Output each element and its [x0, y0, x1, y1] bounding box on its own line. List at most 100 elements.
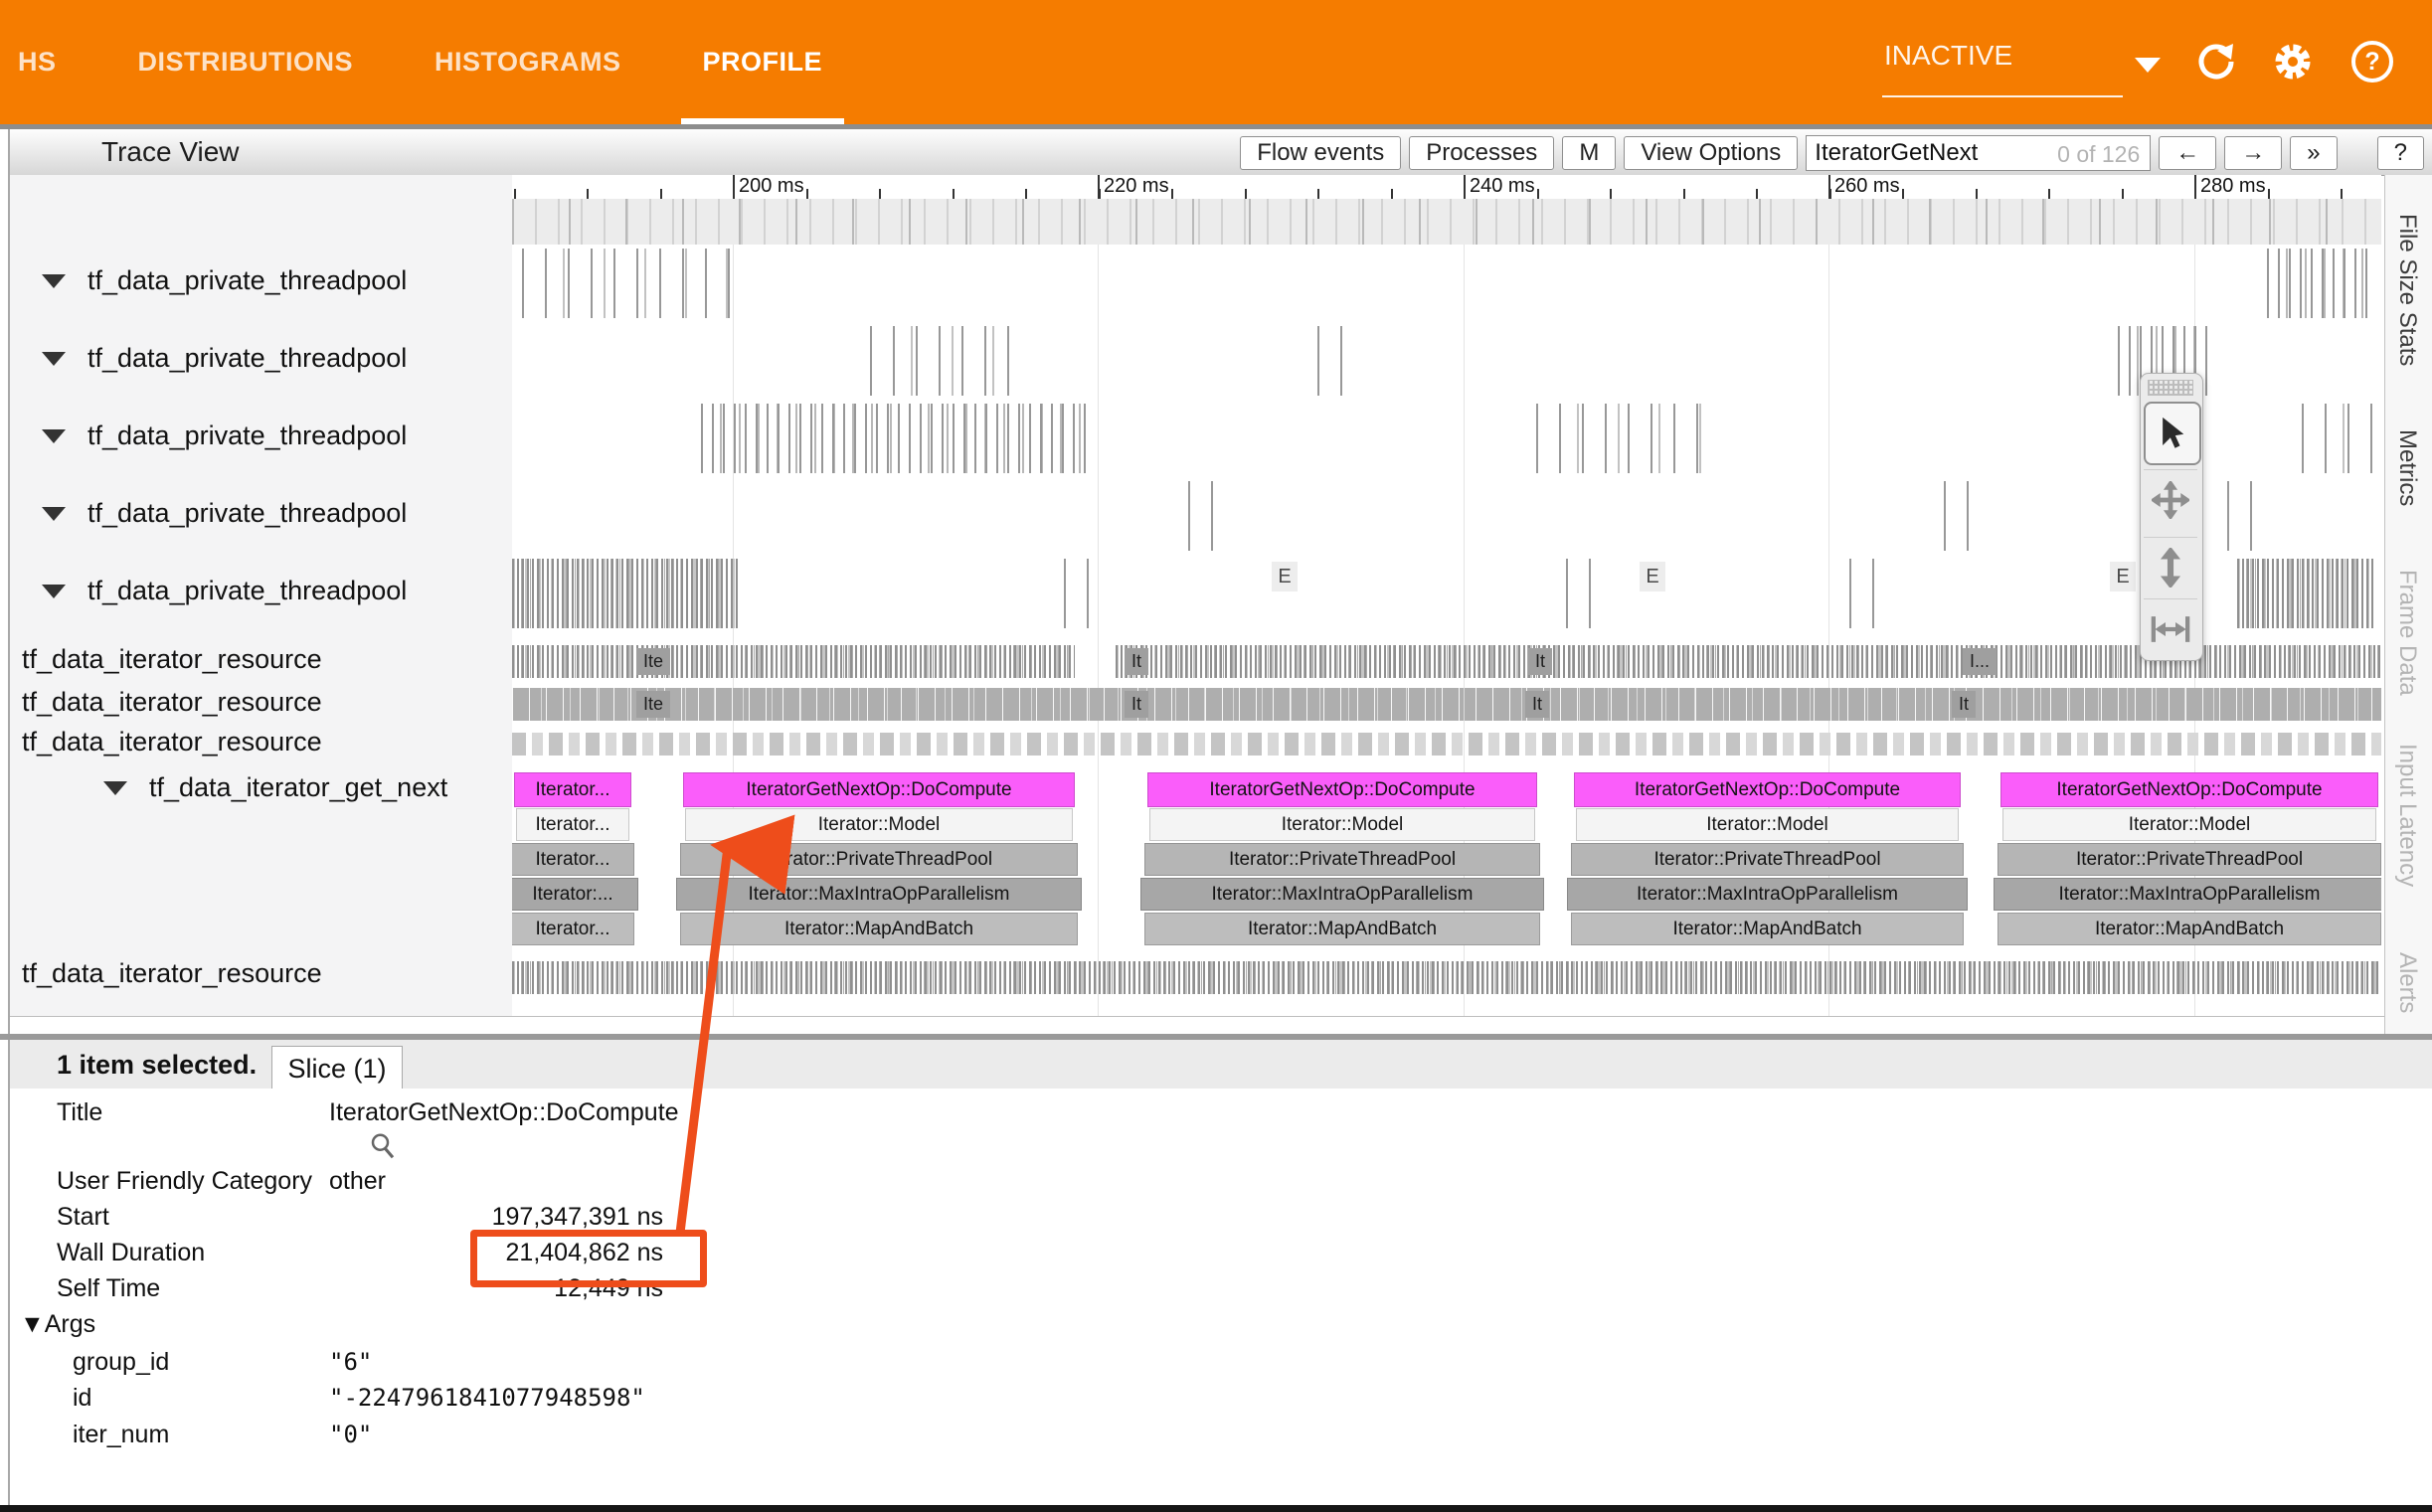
track-label-text: tf_data_private_threadpool: [87, 343, 407, 374]
header-tab-hs[interactable]: HS: [8, 0, 67, 124]
axis-tick-label: 200 ms: [739, 175, 804, 198]
track-label-tf_data_iterator_resource: tf_data_iterator_resource: [22, 687, 322, 718]
selection-tool-icon[interactable]: [2144, 402, 2201, 465]
detail-label-title: Title: [57, 1096, 102, 1128]
track-label-tf_data_private_threadpool[interactable]: tf_data_private_threadpool: [42, 343, 407, 374]
more-matches-button[interactable]: »: [2290, 136, 2337, 170]
track-label-tf_data_private_threadpool[interactable]: tf_data_private_threadpool: [42, 498, 407, 529]
axis-minor-tick: [1025, 189, 1027, 199]
prev-match-button[interactable]: ←: [2159, 136, 2216, 170]
slice-start-label: It: [1525, 691, 1549, 718]
slice-iterator-child[interactable]: Iterator::Model: [1149, 808, 1535, 841]
trace-view-toolbar: Trace View Flow eventsProcessesMView Opt…: [10, 129, 2432, 176]
collapse-arrow-icon[interactable]: [42, 352, 66, 366]
slice-iterator-child[interactable]: Iterator...: [512, 843, 634, 876]
header-tabs: HS DISTRIBUTIONS HISTOGRAMS PROFILE: [8, 0, 832, 124]
rail-tab-metrics[interactable]: Metrics: [2393, 429, 2421, 506]
header-tab-histograms[interactable]: HISTOGRAMS: [425, 0, 631, 124]
toolbar-button-view-options[interactable]: View Options: [1624, 136, 1798, 170]
slice-iterator-child[interactable]: Iterator...: [512, 913, 634, 945]
run-selector[interactable]: INACTIVE: [1882, 0, 2144, 124]
zoom-tool-icon[interactable]: [2144, 537, 2197, 597]
timeline-bottom-border: [10, 1016, 2432, 1017]
slice-iterator-child[interactable]: Iterator::PrivateThreadPool: [1571, 843, 1964, 876]
trace-help-button[interactable]: ?: [2377, 136, 2424, 170]
slice-start-label: It: [1528, 648, 1552, 675]
detail-label-args: ▼Args: [20, 1308, 95, 1340]
slice-iterator-child[interactable]: Iterator::Model: [2002, 808, 2376, 841]
timing-tool-icon[interactable]: [2144, 598, 2197, 659]
track-label-tf_data_private_threadpool[interactable]: tf_data_private_threadpool: [42, 576, 407, 606]
header-tab-distributions[interactable]: DISTRIBUTIONS: [128, 0, 364, 124]
collapse-arrow-icon[interactable]: [42, 507, 66, 521]
trace-events-segment: [1188, 481, 1213, 551]
tab-slice[interactable]: Slice (1): [271, 1046, 403, 1091]
next-match-button[interactable]: →: [2224, 136, 2282, 170]
collapse-arrow-icon[interactable]: [42, 429, 66, 443]
slice-iterator-getnext-docompute[interactable]: IteratorGetNextOp::DoCompute: [1574, 772, 1961, 807]
slice-iterator-child[interactable]: Iterator:...: [512, 878, 638, 911]
trace-events-segment: [1536, 404, 1705, 473]
trace-events-segment: [512, 645, 1075, 678]
slice-iterator-getnext-docompute[interactable]: IteratorGetNextOp::DoCompute: [683, 772, 1075, 807]
slice-iterator-child[interactable]: Iterator::PrivateThreadPool: [680, 843, 1078, 876]
axis-tick-label: 280 ms: [2200, 175, 2266, 198]
slice-iterator-child[interactable]: Iterator::PrivateThreadPool: [1998, 843, 2381, 876]
slice-iterator-getnext-docompute[interactable]: IteratorGetNextOp::DoCompute: [2000, 772, 2378, 807]
slice-iterator-getnext-docompute[interactable]: IteratorGetNextOp::DoCompute: [1147, 772, 1537, 807]
axis-minor-tick: [2122, 189, 2124, 199]
slice-iterator-child[interactable]: Iterator::MaxIntraOpParallelism: [1140, 878, 1544, 911]
slice-iterator-child[interactable]: Iterator::Model: [685, 808, 1073, 841]
search-result-count: 0 of 126: [2057, 141, 2140, 168]
toolbar-button-m[interactable]: M: [1562, 136, 1616, 170]
slice-iterator-child[interactable]: Iterator::MapAndBatch: [1144, 913, 1540, 945]
collapse-arrow-icon[interactable]: [103, 781, 127, 795]
slice-iterator-child[interactable]: Iterator::MapAndBatch: [680, 913, 1078, 945]
slice-iterator-child[interactable]: Iterator::Model: [1576, 808, 1959, 841]
palette-grip[interactable]: [2148, 380, 2193, 396]
slice-iterator-child[interactable]: Iterator::MapAndBatch: [1571, 913, 1964, 945]
axis-minor-tick: [1902, 189, 1904, 199]
collapse-arrow-icon[interactable]: [42, 585, 66, 598]
slice-iterator-getnext-docompute[interactable]: Iterator...: [514, 772, 631, 807]
slice-iterator-child[interactable]: Iterator::MaxIntraOpParallelism: [1567, 878, 1968, 911]
axis-major-tick: [1464, 175, 1466, 199]
axis-minor-tick: [1756, 189, 1758, 199]
rail-tab-frame-data: Frame Data: [2393, 570, 2421, 696]
selection-status: 1 item selected.: [57, 1050, 257, 1081]
track-label-tf_data_iterator_get_next[interactable]: tf_data_iterator_get_next: [103, 772, 447, 803]
rail-tab-file-size-stats[interactable]: File Size Stats: [2393, 214, 2421, 366]
trace-events-segment: [1849, 559, 1874, 628]
trace-events-segment: [512, 559, 741, 628]
rail-tab-alerts: Alerts: [2393, 952, 2421, 1013]
slice-iterator-child[interactable]: Iterator::PrivateThreadPool: [1144, 843, 1540, 876]
gear-icon[interactable]: [2269, 38, 2317, 85]
slice-iterator-child[interactable]: Iterator::MapAndBatch: [1998, 913, 2381, 945]
slice-iterator-child[interactable]: Iterator::MaxIntraOpParallelism: [676, 878, 1082, 911]
trace-search-box[interactable]: 0 of 126: [1806, 135, 2151, 171]
timeline-canvas[interactable]: 200 ms220 ms240 ms260 ms280 ms IteItItI.…: [512, 175, 2381, 1016]
axis-minor-tick: [587, 189, 589, 199]
pan-tool-icon[interactable]: [2144, 469, 2197, 530]
slice-iterator-child[interactable]: Iterator...: [516, 808, 629, 841]
magnifier-icon[interactable]: [368, 1131, 398, 1161]
event-marker[interactable]: E: [2110, 562, 2136, 591]
trace-search-input[interactable]: [1807, 139, 2043, 167]
axis-major-tick: [1828, 175, 1830, 199]
toolbar-button-flow-events[interactable]: Flow events: [1240, 136, 1401, 170]
track-label-tf_data_private_threadpool[interactable]: tf_data_private_threadpool: [42, 420, 407, 451]
track-label-text: tf_data_iterator_resource: [22, 687, 322, 718]
slice-iterator-child[interactable]: Iterator::MaxIntraOpParallelism: [1994, 878, 2381, 911]
trace-toolbar-controls: Flow eventsProcessesMView Options 0 of 1…: [1240, 135, 2424, 171]
trace-track: IteItItIt: [512, 686, 2381, 723]
chevron-down-icon: [2135, 58, 2161, 73]
refresh-icon[interactable]: [2192, 38, 2240, 85]
event-marker[interactable]: E: [1272, 562, 1298, 591]
event-marker[interactable]: E: [1640, 562, 1665, 591]
detail-value: 197,347,391 ns: [335, 1201, 663, 1233]
toolbar-button-processes[interactable]: Processes: [1409, 136, 1554, 170]
track-label-tf_data_private_threadpool[interactable]: tf_data_private_threadpool: [42, 265, 407, 296]
collapse-arrow-icon[interactable]: [42, 274, 66, 288]
help-icon[interactable]: ?: [2348, 38, 2396, 85]
header-tab-profile[interactable]: PROFILE: [693, 0, 833, 124]
